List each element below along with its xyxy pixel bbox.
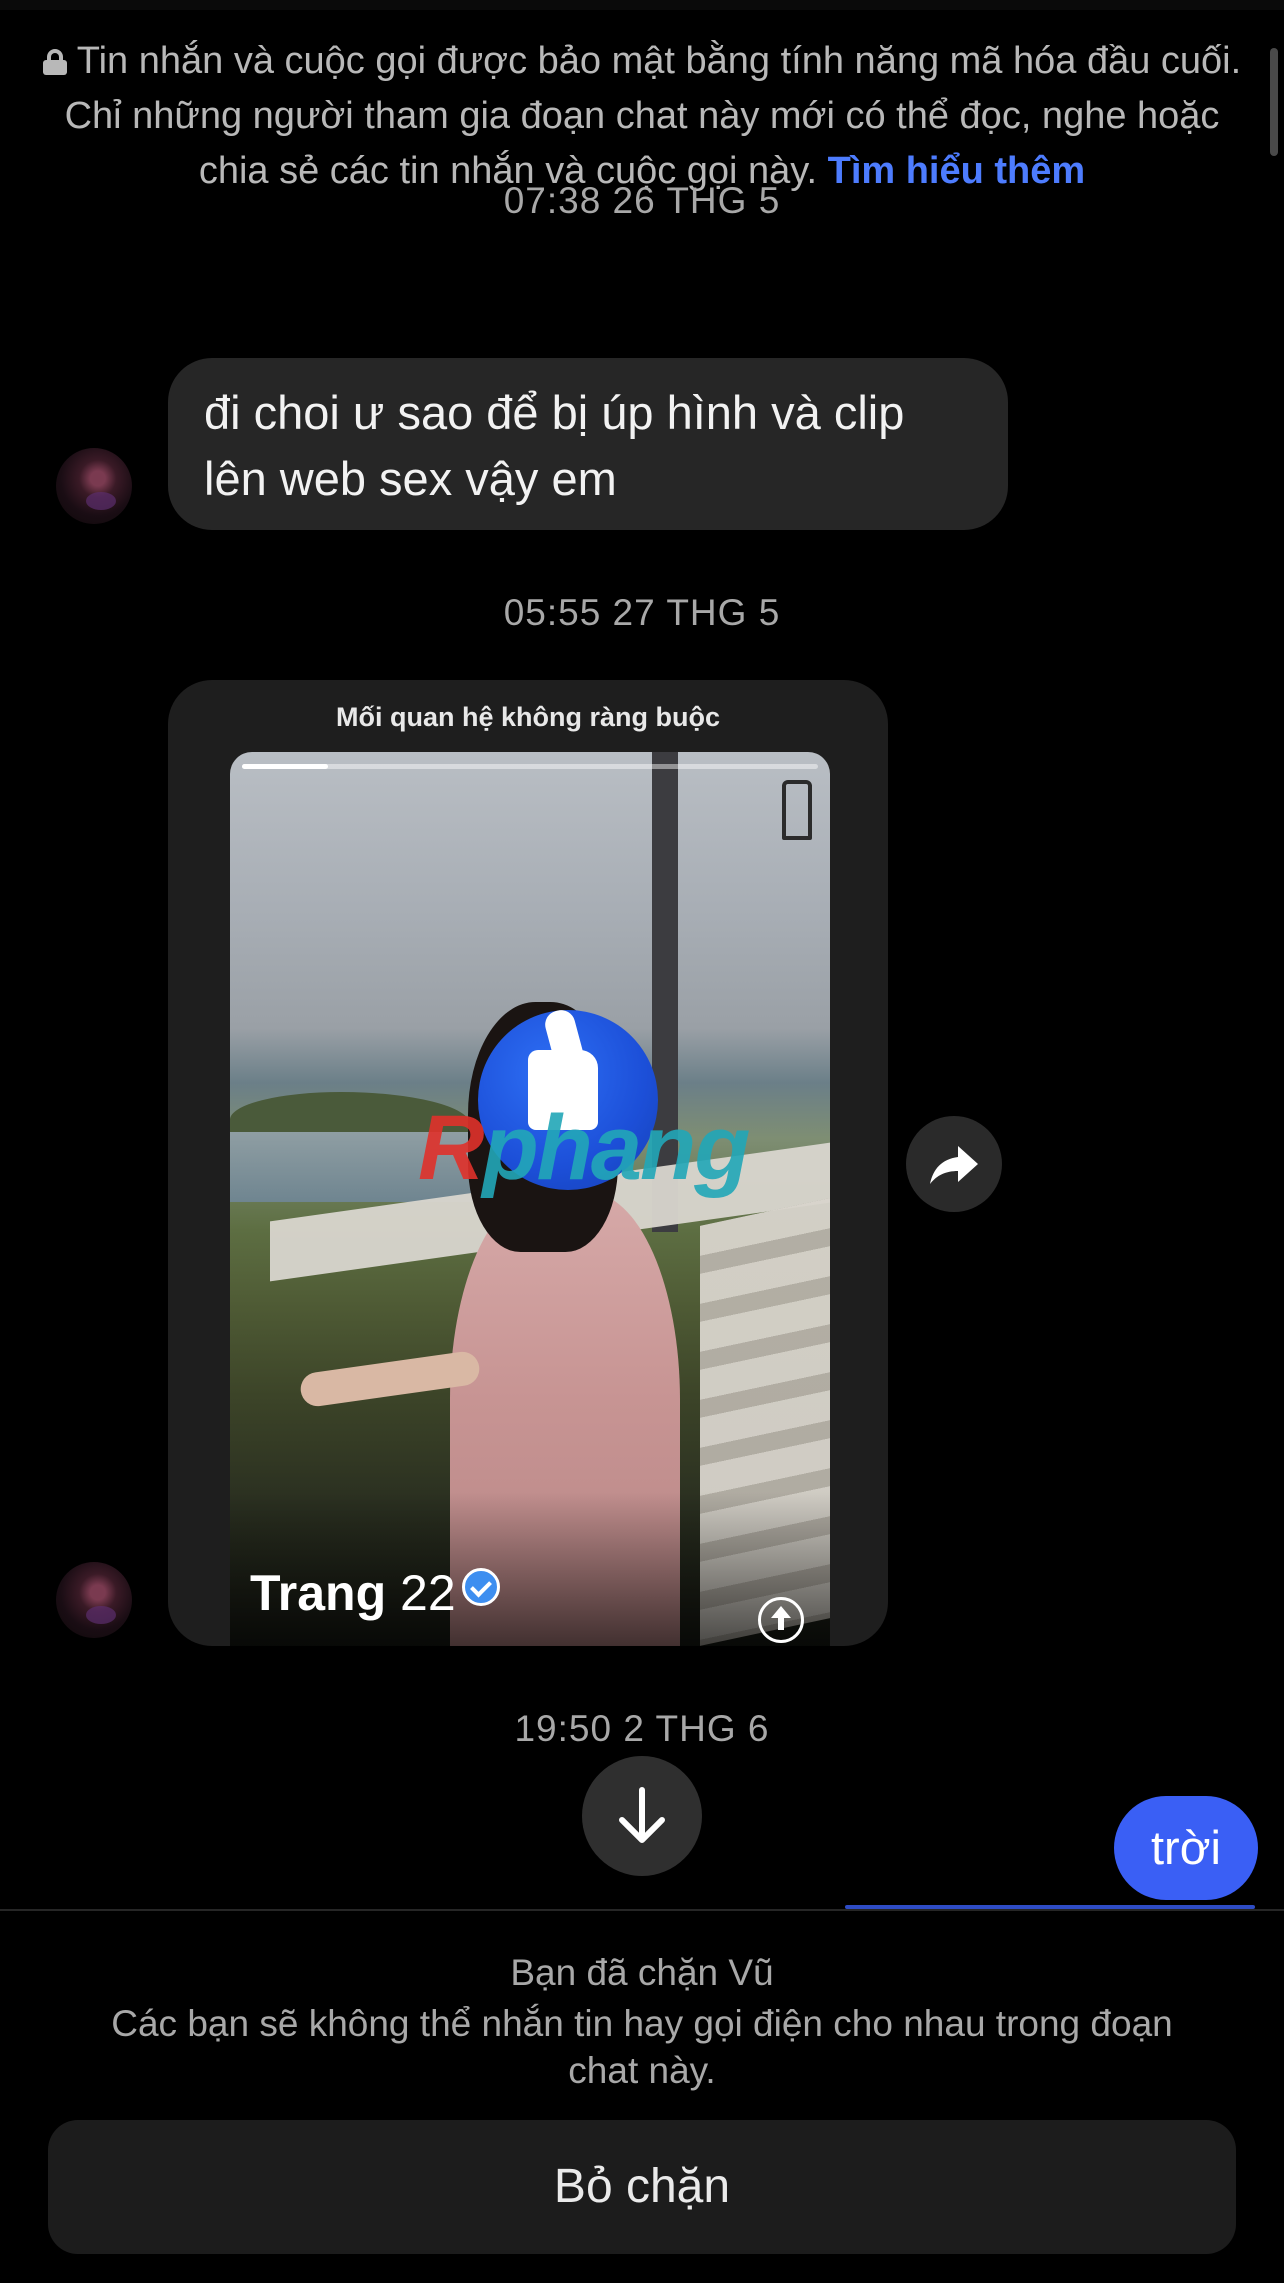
unblock-button[interactable]: Bỏ chặn [48,2120,1236,2254]
scroll-down-button[interactable] [582,1756,702,1876]
message-timestamp: 05:55 27 THG 5 [503,592,781,633]
story-progress-fill [242,764,329,769]
divider [0,1909,1284,1911]
avatar[interactable] [56,1562,132,1638]
lock-icon [42,49,67,75]
outgoing-message-bubble[interactable]: trời [1114,1796,1258,1900]
message-timestamp: 19:50 2 THG 6 [514,1708,770,1749]
photo-lamp [782,780,812,840]
encryption-notice: Tin nhắn và cuộc gọi được bảo mật bằng t… [40,34,1244,199]
message-timestamp: 07:38 26 THG 5 [503,180,781,221]
incoming-message-bubble[interactable]: đi choi ư sao để bị úp hình và clip lên … [168,358,1008,530]
block-description: Các bạn sẽ không thể nhắn tin hay gọi đi… [111,2003,1173,2091]
shared-post-caption: Mối quan hệ không ràng buộc [336,702,720,732]
arrow-down-icon [619,1787,665,1843]
watermark-text: Rphang [418,1097,750,1199]
forward-arrow-icon [930,1146,978,1184]
block-title: Bạn đã chặn Vũ [510,1952,774,1993]
profile-line: Trang 22 [250,1564,500,1622]
forward-button[interactable] [906,1116,1002,1212]
verified-icon [461,1568,500,1606]
avatar[interactable] [56,448,132,524]
top-fade [0,0,1284,10]
watermark-logo: Rphang [418,1008,838,1208]
story-progress-bar [242,764,818,769]
profile-name: Trang [250,1565,387,1621]
share-up-icon[interactable] [758,1597,804,1643]
scrollbar[interactable] [1270,48,1278,156]
profile-age: 22 [400,1565,456,1621]
